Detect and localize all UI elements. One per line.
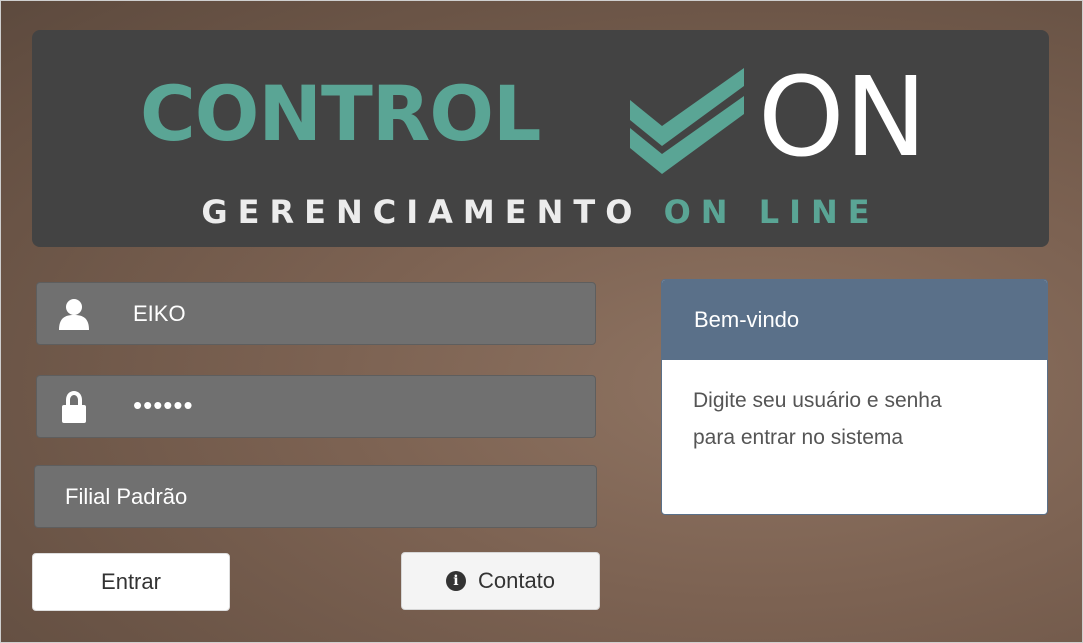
user-icon <box>59 299 89 330</box>
welcome-message: Digite seu usuário e senha para entrar n… <box>662 360 1047 456</box>
contact-button[interactable]: i Contato <box>401 552 600 610</box>
info-icon: i <box>445 571 466 591</box>
header-banner: CONTROL ON GERENCIAMENTO ON LINE <box>32 30 1049 247</box>
welcome-title: Bem-vindo <box>662 280 1047 360</box>
tagline-main: GERENCIAMENTO <box>201 193 643 231</box>
welcome-line-2: para entrar no sistema <box>693 426 904 449</box>
welcome-line-1: Digite seu usuário e senha <box>693 389 942 412</box>
checkmarks-icon <box>630 68 744 174</box>
password-field[interactable]: •••••• <box>36 375 596 438</box>
contact-button-label: Contato <box>477 568 556 593</box>
logo-text-control: CONTROL <box>140 69 541 158</box>
welcome-panel: Bem-vindo Digite seu usuário e senha par… <box>661 279 1048 515</box>
enter-button-label: Entrar <box>101 569 161 594</box>
logo: CONTROL ON <box>32 58 1049 198</box>
username-value: EIKO <box>133 301 186 326</box>
lock-icon <box>62 391 86 423</box>
logo-text-on: ON <box>758 53 927 181</box>
password-value: •••••• <box>133 390 194 420</box>
tagline: GERENCIAMENTO ON LINE <box>32 193 1049 231</box>
filial-value: Filial Padrão <box>65 484 188 509</box>
filial-select[interactable]: Filial Padrão <box>34 465 597 528</box>
enter-button[interactable]: Entrar <box>32 553 230 611</box>
username-field[interactable]: EIKO <box>36 282 596 345</box>
tagline-accent: ON LINE <box>663 193 880 231</box>
